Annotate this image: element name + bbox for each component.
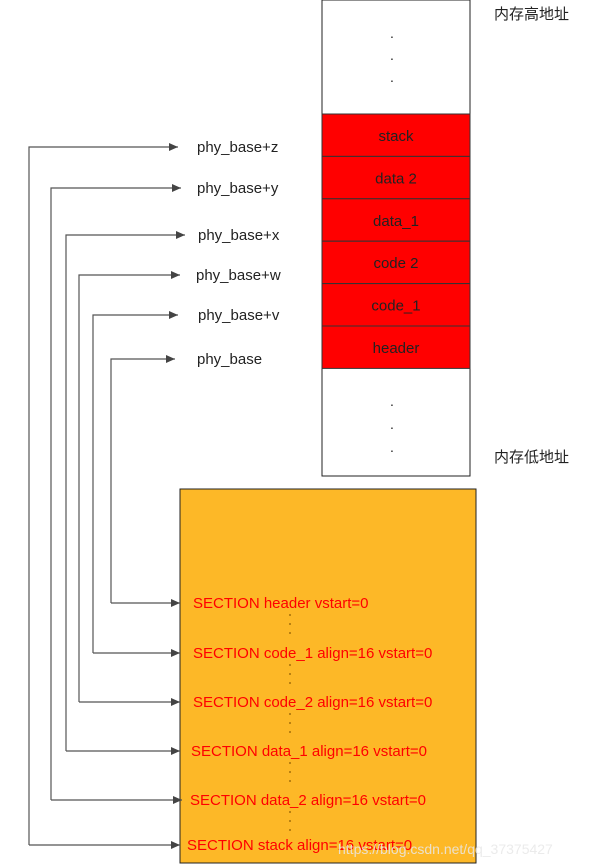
memory-low-address-label: 内存低地址 <box>494 448 569 466</box>
memory-segment: header <box>321 325 471 369</box>
ellipsis-dot: . <box>390 416 394 432</box>
ellipsis-dot: . <box>390 47 394 63</box>
separator-dot <box>289 780 291 782</box>
memory-segment-label: data_1 <box>373 213 419 230</box>
separator-dot <box>289 722 291 724</box>
connector <box>28 143 180 849</box>
separator-dot <box>289 664 291 666</box>
section-declaration: SECTION code_1 align=16 vstart=0 <box>193 645 432 662</box>
section-declaration: SECTION data_1 align=16 vstart=0 <box>191 743 427 760</box>
separator-dot <box>289 771 291 773</box>
address-label: phy_base+x <box>198 227 280 244</box>
watermark: https://blog.csdn.net/qq_37375427 <box>338 841 553 857</box>
address-label: phy_base+z <box>197 139 278 156</box>
ellipsis-dot: . <box>390 69 394 85</box>
separator-dot <box>289 682 291 684</box>
arrow-to-address <box>50 184 181 800</box>
arrow-to-address <box>78 271 180 702</box>
memory-segment: code 2 <box>321 240 471 285</box>
connector <box>110 355 180 607</box>
section-declaration: SECTION data_2 align=16 vstart=0 <box>190 792 426 809</box>
section-declaration: SECTION code_2 align=16 vstart=0 <box>193 694 432 711</box>
separator-dot <box>289 762 291 764</box>
connector <box>78 271 180 706</box>
memory-layout-diagram: . . . stack data 2 data_1code 2 code_1heade… <box>28 0 569 864</box>
memory-top-ellipsis: . . . <box>390 25 394 85</box>
ellipsis-dot: . <box>390 393 394 409</box>
memory-segment: data 2 <box>321 155 471 200</box>
address-label: phy_base+y <box>197 180 279 197</box>
separator-dot <box>289 731 291 733</box>
separator-dot <box>289 820 291 822</box>
separator-dot <box>289 623 291 625</box>
memory-segment-label: code_1 <box>371 298 420 315</box>
arrow-to-address <box>92 311 178 653</box>
address-label: phy_base+w <box>196 267 281 284</box>
section-declaration: SECTION header vstart=0 <box>193 595 369 612</box>
memory-high-address-label: 内存高地址 <box>494 5 569 23</box>
memory-segment-label: code 2 <box>373 255 418 272</box>
separator-dot <box>289 829 291 831</box>
memory-segment: data_1 <box>321 198 471 242</box>
address-label: phy_base+v <box>198 307 280 324</box>
connector <box>92 311 180 657</box>
separator-dot <box>289 614 291 616</box>
ellipsis-dot: . <box>390 25 394 41</box>
separator-dot <box>289 713 291 715</box>
memory-segments: stack data 2 data_1code 2 code_1header <box>321 113 471 369</box>
connector <box>65 231 185 755</box>
connector <box>50 184 182 804</box>
ellipsis-dot: . <box>390 439 394 455</box>
separator-dot <box>289 811 291 813</box>
address-labels: phy_base+z phy_base+y phy_base+x phy_base+w… <box>196 139 281 368</box>
arrow-to-address <box>110 355 175 603</box>
arrow-to-address <box>65 231 185 751</box>
separator-dot <box>289 673 291 675</box>
separator-dot <box>289 632 291 634</box>
address-label: phy_base <box>197 351 262 368</box>
memory-segment-label: stack <box>378 128 414 145</box>
memory-segment-label: data 2 <box>375 170 417 187</box>
memory-bottom-ellipsis: . . . <box>390 393 394 455</box>
memory-segment-label: header <box>373 340 420 357</box>
memory-segment: stack <box>321 113 471 157</box>
connector-arrows <box>28 143 185 849</box>
memory-segment: code_1 <box>321 283 471 327</box>
